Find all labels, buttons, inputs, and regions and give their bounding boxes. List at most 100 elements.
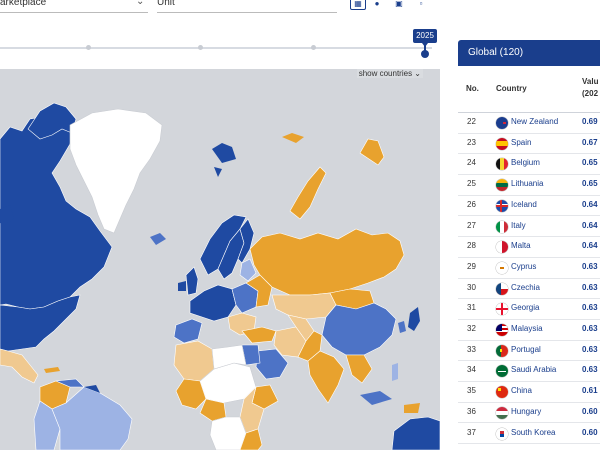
column-header-country[interactable]: Country <box>496 84 527 93</box>
country-link[interactable]: Saudi Arabia <box>511 365 556 374</box>
timeline-tick[interactable] <box>311 45 316 50</box>
map-region-iberia[interactable] <box>173 318 203 344</box>
map-region-southeast-asia[interactable] <box>345 354 373 384</box>
table-row[interactable]: 37 South Korea 0.60 <box>458 424 600 445</box>
index-value: 0.60 <box>582 427 598 437</box>
map-region-russia-north[interactable] <box>289 166 327 220</box>
map-region-russia[interactable] <box>249 228 405 296</box>
flag-icon <box>496 261 508 274</box>
table-row[interactable]: 26 Iceland 0.64 <box>458 196 600 217</box>
marketplace-underline <box>0 12 148 13</box>
column-header-no[interactable]: No. <box>466 84 479 93</box>
map-region-arctic-islands[interactable] <box>282 133 304 143</box>
flag-icon <box>496 386 508 399</box>
map-region-kazakhstan[interactable] <box>271 292 337 320</box>
map-region-mexico[interactable] <box>0 348 39 384</box>
country-link[interactable]: Cyprus <box>511 262 536 271</box>
download-icon[interactable]: ▣ <box>392 0 406 10</box>
timeline-handle[interactable] <box>421 50 429 58</box>
filter-bar: arketplace ⌄ Unit ▦ ● ▣ ▫ <box>0 0 600 14</box>
unit-select-label: Unit <box>157 0 175 8</box>
flag-icon <box>496 344 508 357</box>
index-value: 0.61 <box>582 386 598 396</box>
table-row[interactable]: 28 Malta 0.64 <box>458 237 600 258</box>
map-region-philippines[interactable] <box>392 363 398 381</box>
show-countries-toggle[interactable]: show countries ⌄ <box>356 69 423 78</box>
table-row[interactable]: 27 Italy 0.64 <box>458 217 600 238</box>
table-row[interactable]: 29 Cyprus 0.63 <box>458 258 600 279</box>
table-row[interactable]: 31 Georgia 0.63 <box>458 299 600 320</box>
world-map[interactable]: show countries ⌄ <box>0 69 440 450</box>
country-link[interactable]: Czechia <box>511 283 540 292</box>
map-region-iceland[interactable] <box>150 233 166 245</box>
map-region-australia[interactable] <box>391 416 440 450</box>
flag-icon <box>496 406 508 419</box>
share-icon[interactable]: ▫ <box>414 0 428 10</box>
country-link[interactable]: Malaysia <box>511 324 543 333</box>
timeline-tick[interactable] <box>198 45 203 50</box>
country-link[interactable]: Hungary <box>511 407 541 416</box>
table-row[interactable]: 25 Lithuania 0.65 <box>458 175 600 196</box>
map-region-western-europe[interactable] <box>189 284 237 322</box>
map-region-central-africa[interactable] <box>209 416 247 450</box>
map-region-caribbean[interactable] <box>44 367 60 373</box>
index-value: 0.63 <box>582 261 598 271</box>
table-row[interactable]: 33 Portugal 0.63 <box>458 341 600 362</box>
country-link[interactable]: Malta <box>511 241 531 250</box>
index-value: 0.60 <box>582 406 598 416</box>
map-region-png[interactable] <box>404 403 420 413</box>
table-row[interactable]: 22 New Zealand 0.69 <box>458 113 600 134</box>
map-region-malaysia-indonesia[interactable] <box>360 391 392 405</box>
rank-number: 37 <box>467 427 476 437</box>
table-row[interactable]: 23 Spain 0.67 <box>458 134 600 155</box>
map-region-nigeria[interactable] <box>199 398 227 422</box>
flag-icon <box>496 137 508 150</box>
world-map-svg[interactable] <box>0 69 440 450</box>
map-region-svalbard[interactable] <box>212 143 236 163</box>
country-link[interactable]: Italy <box>511 221 526 230</box>
map-region-svalbard-2[interactable] <box>214 167 222 177</box>
column-header-value[interactable]: Valu <box>582 77 598 86</box>
country-link[interactable]: Belgium <box>511 158 540 167</box>
country-link[interactable]: New Zealand <box>511 117 558 126</box>
index-value: 0.63 <box>582 365 598 375</box>
unit-underline <box>157 12 337 13</box>
map-view-button[interactable]: ▦ <box>350 0 366 10</box>
index-value: 0.69 <box>582 117 598 126</box>
map-region-korea[interactable] <box>398 321 406 333</box>
table-row[interactable]: 34 Saudi Arabia 0.63 <box>458 361 600 383</box>
map-region-siberia-east[interactable] <box>359 138 385 166</box>
marketplace-select[interactable]: arketplace ⌄ <box>0 0 148 11</box>
map-region-china[interactable] <box>321 302 397 356</box>
country-link[interactable]: South Korea <box>511 428 555 437</box>
map-region-india[interactable] <box>307 350 345 404</box>
table-row[interactable]: 32 Malaysia 0.63 <box>458 320 600 341</box>
table-row[interactable]: 30 Czechia 0.63 <box>458 279 600 300</box>
country-link[interactable]: Georgia <box>511 303 539 312</box>
country-link[interactable]: Iceland <box>511 200 537 209</box>
map-region-ireland[interactable] <box>178 281 186 291</box>
rank-number: 22 <box>467 117 476 126</box>
country-link[interactable]: Lithuania <box>511 179 543 188</box>
table-row[interactable]: 35 China 0.61 <box>458 382 600 403</box>
rank-number: 31 <box>467 303 476 313</box>
map-region-uk[interactable] <box>185 266 199 296</box>
index-value: 0.64 <box>582 199 598 209</box>
info-icon[interactable]: ● <box>370 0 384 10</box>
chevron-down-icon: ⌄ <box>136 0 145 7</box>
country-link[interactable]: China <box>511 386 532 395</box>
table-row[interactable]: 24 Belgium 0.65 <box>458 154 600 176</box>
flag-icon <box>496 427 508 440</box>
marketplace-select-label: arketplace <box>0 0 47 8</box>
rank-number: 28 <box>467 241 476 251</box>
timeline-tick[interactable] <box>86 45 91 50</box>
index-value: 0.63 <box>582 282 598 292</box>
country-link[interactable]: Portugal <box>511 345 541 354</box>
unit-select[interactable]: Unit <box>157 0 337 11</box>
column-header-value-year: (202 <box>582 89 599 98</box>
map-region-japan[interactable] <box>408 307 420 331</box>
table-row[interactable]: 36 Hungary 0.60 <box>458 403 600 424</box>
timeline-track[interactable] <box>0 47 432 49</box>
flag-icon <box>496 282 508 295</box>
country-link[interactable]: Spain <box>511 138 531 147</box>
